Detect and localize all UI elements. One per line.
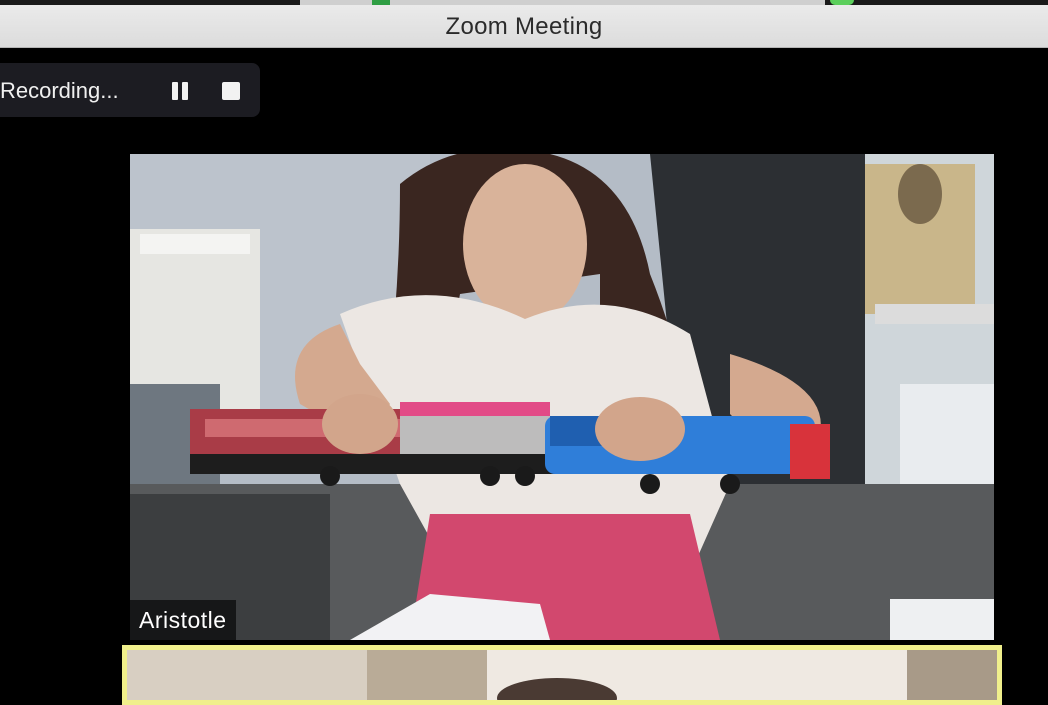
sheet-tab-icon [372, 0, 390, 5]
stop-icon[interactable] [222, 82, 240, 100]
browser-tab-strip [0, 0, 1048, 5]
video-frame [127, 650, 997, 700]
green-indicator [830, 0, 854, 5]
video-frame [130, 154, 994, 640]
recording-indicator: Recording... [0, 63, 260, 117]
participant-name-badge: Aristotle [130, 600, 236, 640]
pause-icon[interactable] [169, 80, 191, 102]
participant-video-tile[interactable]: Aristotle [130, 154, 994, 640]
recording-label: Recording... [0, 78, 119, 103]
window-title: Zoom Meeting [445, 13, 603, 40]
active-speaker-video-tile[interactable] [122, 645, 1002, 705]
window-title-bar: Zoom Meeting [0, 0, 1048, 48]
